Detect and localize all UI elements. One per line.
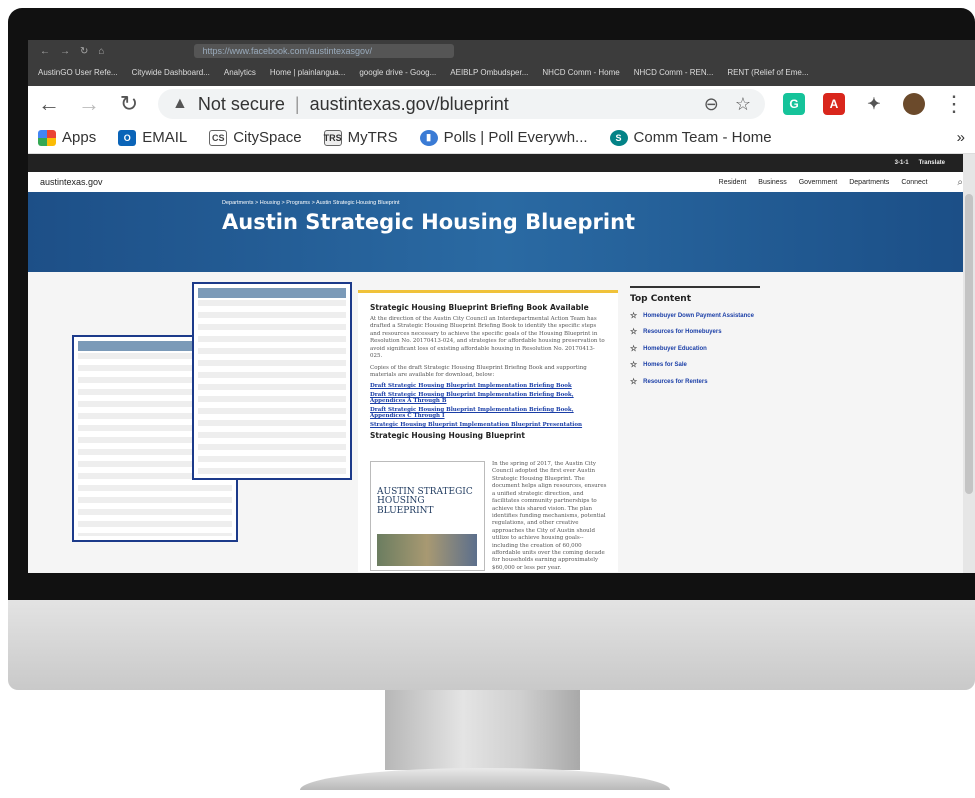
bg-bookmark: NHCD Comm - REN... bbox=[633, 67, 714, 77]
menu-icon[interactable]: ⋮ bbox=[943, 91, 965, 117]
bg-bookmark: Citywide Dashboard... bbox=[131, 67, 210, 77]
monitor-chin bbox=[8, 600, 975, 690]
forward-arrow-icon[interactable]: → bbox=[78, 91, 100, 117]
book-title: AUSTIN STRATEGIC HOUSING BLUEPRINT bbox=[377, 487, 473, 516]
site-nav: Resident Business Government Departments… bbox=[719, 179, 928, 186]
screen: ← → ↻ ⌂ https://www.facebook.com/austint… bbox=[28, 40, 975, 573]
article-paragraph: In the spring of 2017, the Austin City C… bbox=[492, 461, 607, 571]
nav-departments[interactable]: Departments bbox=[849, 179, 889, 186]
address-bar[interactable]: ▲ Not secure | austintexas.gov/blueprint… bbox=[158, 89, 765, 119]
bg-bookmark: NHCD Comm - Home bbox=[542, 67, 620, 77]
page-content: Strategic Housing Blueprint Briefing Boo… bbox=[28, 272, 975, 572]
trs-icon: TRS bbox=[323, 129, 342, 146]
page-title: Austin Strategic Housing Blueprint bbox=[222, 210, 636, 234]
nav-government[interactable]: Government bbox=[799, 179, 838, 186]
bookmark-apps[interactable]: Apps bbox=[38, 129, 96, 146]
reload-icon[interactable]: ↻ bbox=[118, 91, 140, 117]
background-browser-bar: ← → ↻ ⌂ https://www.facebook.com/austint… bbox=[28, 40, 975, 86]
top-content-sidebar: Top Content ☆ Homebuyer Down Payment Assi… bbox=[630, 286, 760, 394]
warning-icon: ▲ bbox=[172, 95, 188, 112]
star-icon: ☆ bbox=[630, 376, 638, 386]
mouse-pointer-icon bbox=[788, 572, 888, 573]
page-scrollbar[interactable] bbox=[963, 154, 975, 573]
url-text: austintexas.gov/blueprint bbox=[309, 93, 509, 114]
zoom-icon[interactable]: ⊖ bbox=[704, 94, 719, 115]
top-content-item[interactable]: ☆ Resources for Renters bbox=[630, 376, 760, 386]
back-arrow-icon[interactable]: ← bbox=[38, 91, 60, 117]
top-content-item[interactable]: ☆ Homebuyer Education bbox=[630, 343, 760, 353]
monitor-frame: ← → ↻ ⌂ https://www.facebook.com/austint… bbox=[8, 8, 975, 600]
bookmark-polls[interactable]: ▮ Polls | Poll Everywh... bbox=[419, 129, 588, 146]
top-content-item[interactable]: ☆ Homebuyer Down Payment Assistance bbox=[630, 311, 760, 320]
home-icon: ⌂ bbox=[98, 45, 105, 57]
bg-bookmark: Home | plainlangua... bbox=[269, 67, 346, 77]
star-icon: ☆ bbox=[630, 327, 638, 337]
bg-bookmark: AEIBLP Ombudsper... bbox=[450, 67, 529, 77]
nav-resident[interactable]: Resident bbox=[719, 179, 747, 186]
311-link[interactable]: 3-1-1 bbox=[895, 160, 909, 166]
address-separator: | bbox=[294, 93, 300, 114]
breadcrumb[interactable]: Departments > Housing > Programs > Austi… bbox=[222, 200, 399, 206]
star-icon: ☆ bbox=[630, 311, 638, 320]
reload-icon: ↻ bbox=[80, 45, 89, 57]
top-content-heading: Top Content bbox=[630, 286, 760, 304]
bg-bookmark: Analytics bbox=[223, 67, 256, 77]
article-panel: Strategic Housing Blueprint Briefing Boo… bbox=[358, 290, 618, 572]
bookmark-cityspace[interactable]: CS CitySpace bbox=[209, 129, 302, 146]
security-label: Not secure bbox=[197, 93, 285, 114]
forward-icon: → bbox=[60, 45, 70, 57]
article-paragraph: Copies of the draft Strategic Housing Bl… bbox=[370, 364, 587, 378]
blueprint-scorecard-thumbnail[interactable] bbox=[192, 282, 352, 480]
article-subheading: Strategic Housing Housing Blueprint bbox=[370, 431, 525, 441]
blueprint-cover-image[interactable]: AUSTIN STRATEGIC HOUSING BLUEPRINT bbox=[370, 461, 485, 571]
bookmarks-bar: Apps O EMAIL CS CitySpace TRS MyTRS ▮ Po… bbox=[28, 122, 975, 154]
top-content-item[interactable]: ☆ Homes for Sale bbox=[630, 360, 760, 370]
monitor-stand bbox=[385, 690, 580, 770]
site-header: austintexas.gov Resident Business Govern… bbox=[28, 172, 975, 192]
avatar[interactable] bbox=[903, 93, 925, 115]
article-heading: Strategic Housing Blueprint Briefing Boo… bbox=[370, 303, 589, 312]
bookmarks-overflow-icon[interactable]: » bbox=[957, 129, 965, 146]
nav-business[interactable]: Business bbox=[758, 179, 786, 186]
back-icon: ← bbox=[40, 45, 50, 57]
download-link[interactable]: Strategic Housing Blueprint Implementati… bbox=[370, 422, 606, 428]
cityspace-icon: CS bbox=[209, 129, 228, 146]
bg-bookmark: google drive - Goog... bbox=[359, 67, 437, 77]
download-link[interactable]: Draft Strategic Housing Blueprint Implem… bbox=[370, 392, 606, 404]
poll-everywhere-icon: ▮ bbox=[419, 129, 438, 146]
outlook-icon: O bbox=[118, 129, 137, 146]
article-paragraph: At the direction of the Austin City Coun… bbox=[370, 316, 605, 360]
bookmark-comm-team[interactable]: S Comm Team - Home bbox=[609, 129, 772, 146]
grammarly-extension-icon[interactable]: G bbox=[783, 93, 805, 115]
monitor-base bbox=[300, 768, 670, 790]
download-link[interactable]: Draft Strategic Housing Blueprint Implem… bbox=[370, 383, 606, 389]
download-link[interactable]: Draft Strategic Housing Blueprint Implem… bbox=[370, 407, 606, 419]
utility-strip: 3-1-1 Translate bbox=[28, 154, 975, 172]
puzzle-extensions-icon[interactable]: ✦ bbox=[863, 93, 885, 115]
sharepoint-icon: S bbox=[609, 129, 628, 146]
star-icon: ☆ bbox=[630, 360, 638, 370]
web-page: 3-1-1 Translate austintexas.gov Resident… bbox=[28, 154, 975, 573]
bg-bookmark: AustinGO User Refe... bbox=[38, 67, 118, 77]
bg-bookmark: RENT (Relief of Eme... bbox=[727, 67, 809, 77]
pdf-extension-icon[interactable]: A bbox=[823, 93, 845, 115]
background-url: https://www.facebook.com/austintexasgov/ bbox=[194, 44, 455, 58]
nav-connect[interactable]: Connect bbox=[901, 179, 927, 186]
site-logo[interactable]: austintexas.gov bbox=[40, 177, 103, 187]
page-banner: Departments > Housing > Programs > Austi… bbox=[28, 192, 975, 272]
bookmark-email[interactable]: O EMAIL bbox=[118, 129, 187, 146]
top-content-item[interactable]: ☆ Resources for Homebuyers bbox=[630, 328, 760, 336]
toolbar: ← → ↻ ▲ Not secure | austintexas.gov/blu… bbox=[28, 86, 975, 122]
translate-link[interactable]: Translate bbox=[919, 160, 945, 166]
bookmark-mytrs[interactable]: TRS MyTRS bbox=[323, 129, 398, 146]
star-icon: ☆ bbox=[630, 343, 638, 353]
star-icon[interactable]: ☆ bbox=[735, 94, 751, 115]
browser-chrome: ← → ↻ ▲ Not secure | austintexas.gov/blu… bbox=[28, 86, 975, 154]
apps-grid-icon bbox=[38, 129, 56, 146]
